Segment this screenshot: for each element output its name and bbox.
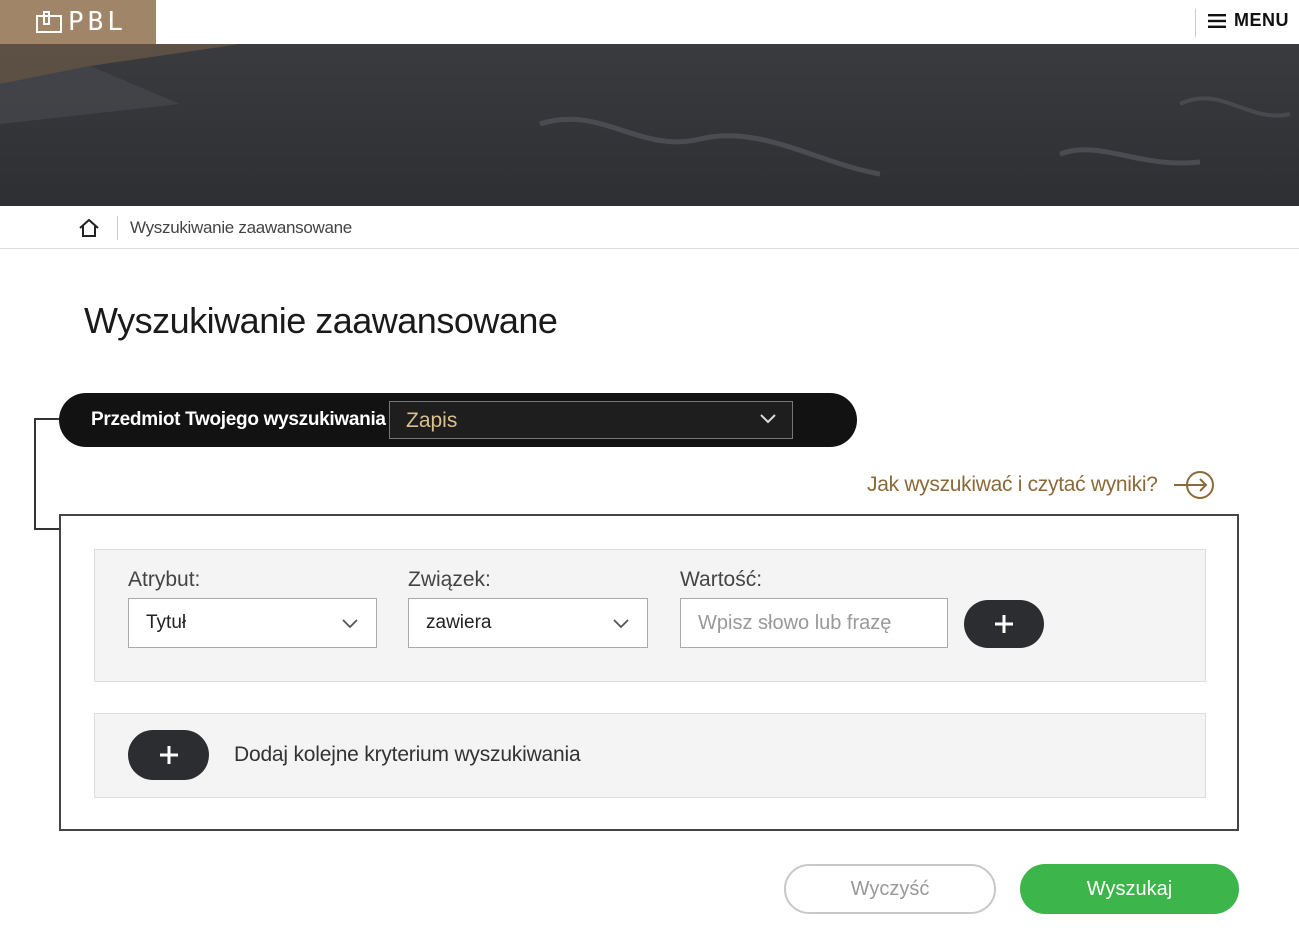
help-link[interactable]: Jak wyszukiwać i czytać wyniki? — [867, 470, 1216, 500]
plus-icon — [995, 615, 1013, 633]
help-link-text: Jak wyszukiwać i czytać wyniki? — [867, 473, 1158, 496]
breadcrumb-current: Wyszukiwanie zaawansowane — [130, 218, 352, 237]
clear-button[interactable]: Wyczyść — [784, 864, 996, 914]
attribute-select[interactable]: Tytuł — [128, 598, 377, 648]
search-subject-label: Przedmiot Twojego wyszukiwania — [91, 409, 386, 430]
menu-label: MENU — [1234, 10, 1289, 30]
chevron-down-icon — [760, 414, 776, 424]
add-criterion-label: Dodaj kolejne kryterium wyszukiwania — [234, 743, 581, 766]
breadcrumb-divider — [117, 216, 118, 240]
add-value-button[interactable] — [964, 600, 1044, 648]
plus-icon — [159, 746, 178, 764]
criteria-row: Atrybut: Tytuł Związek: zawiera Wartość: — [94, 549, 1206, 682]
home-icon[interactable] — [78, 218, 100, 238]
breadcrumb: Wyszukiwanie zaawansowane — [0, 206, 1299, 249]
logo-text: PBL — [68, 7, 127, 37]
top-header: PBL MENU — [0, 0, 1299, 45]
pbl-logo[interactable]: PBL — [0, 0, 156, 44]
hamburger-icon — [1208, 13, 1226, 28]
add-criterion-row: Dodaj kolejne kryterium wyszukiwania — [94, 713, 1206, 798]
search-subject-bar: Przedmiot Twojego wyszukiwania Zapis — [59, 393, 857, 447]
hero-banner — [0, 44, 1299, 206]
book-icon — [36, 11, 62, 33]
attribute-label: Atrybut: — [128, 568, 201, 591]
relation-value: zawiera — [426, 612, 492, 633]
hero-background-image — [0, 44, 1291, 177]
value-label: Wartość: — [680, 568, 763, 591]
chevron-down-icon — [342, 619, 358, 629]
search-button[interactable]: Wyszukaj — [1020, 864, 1239, 914]
add-criterion-button[interactable] — [128, 730, 209, 780]
arrow-circle-icon — [1173, 471, 1214, 499]
chevron-down-icon — [613, 619, 629, 629]
search-subject-value: Zapis — [406, 409, 458, 432]
criteria-panel: Atrybut: Tytuł Związek: zawiera Wartość: — [59, 514, 1239, 831]
menu-divider — [1195, 9, 1196, 37]
connector-line — [34, 418, 60, 530]
relation-select[interactable]: zawiera — [408, 598, 648, 648]
search-subject-select[interactable]: Zapis — [389, 401, 793, 439]
attribute-value: Tytuł — [146, 612, 187, 633]
relation-label: Związek: — [408, 568, 491, 591]
page-title: Wyszukiwanie zaawansowane — [84, 300, 558, 341]
menu-button[interactable]: MENU — [1208, 10, 1289, 31]
value-input[interactable] — [680, 598, 948, 648]
